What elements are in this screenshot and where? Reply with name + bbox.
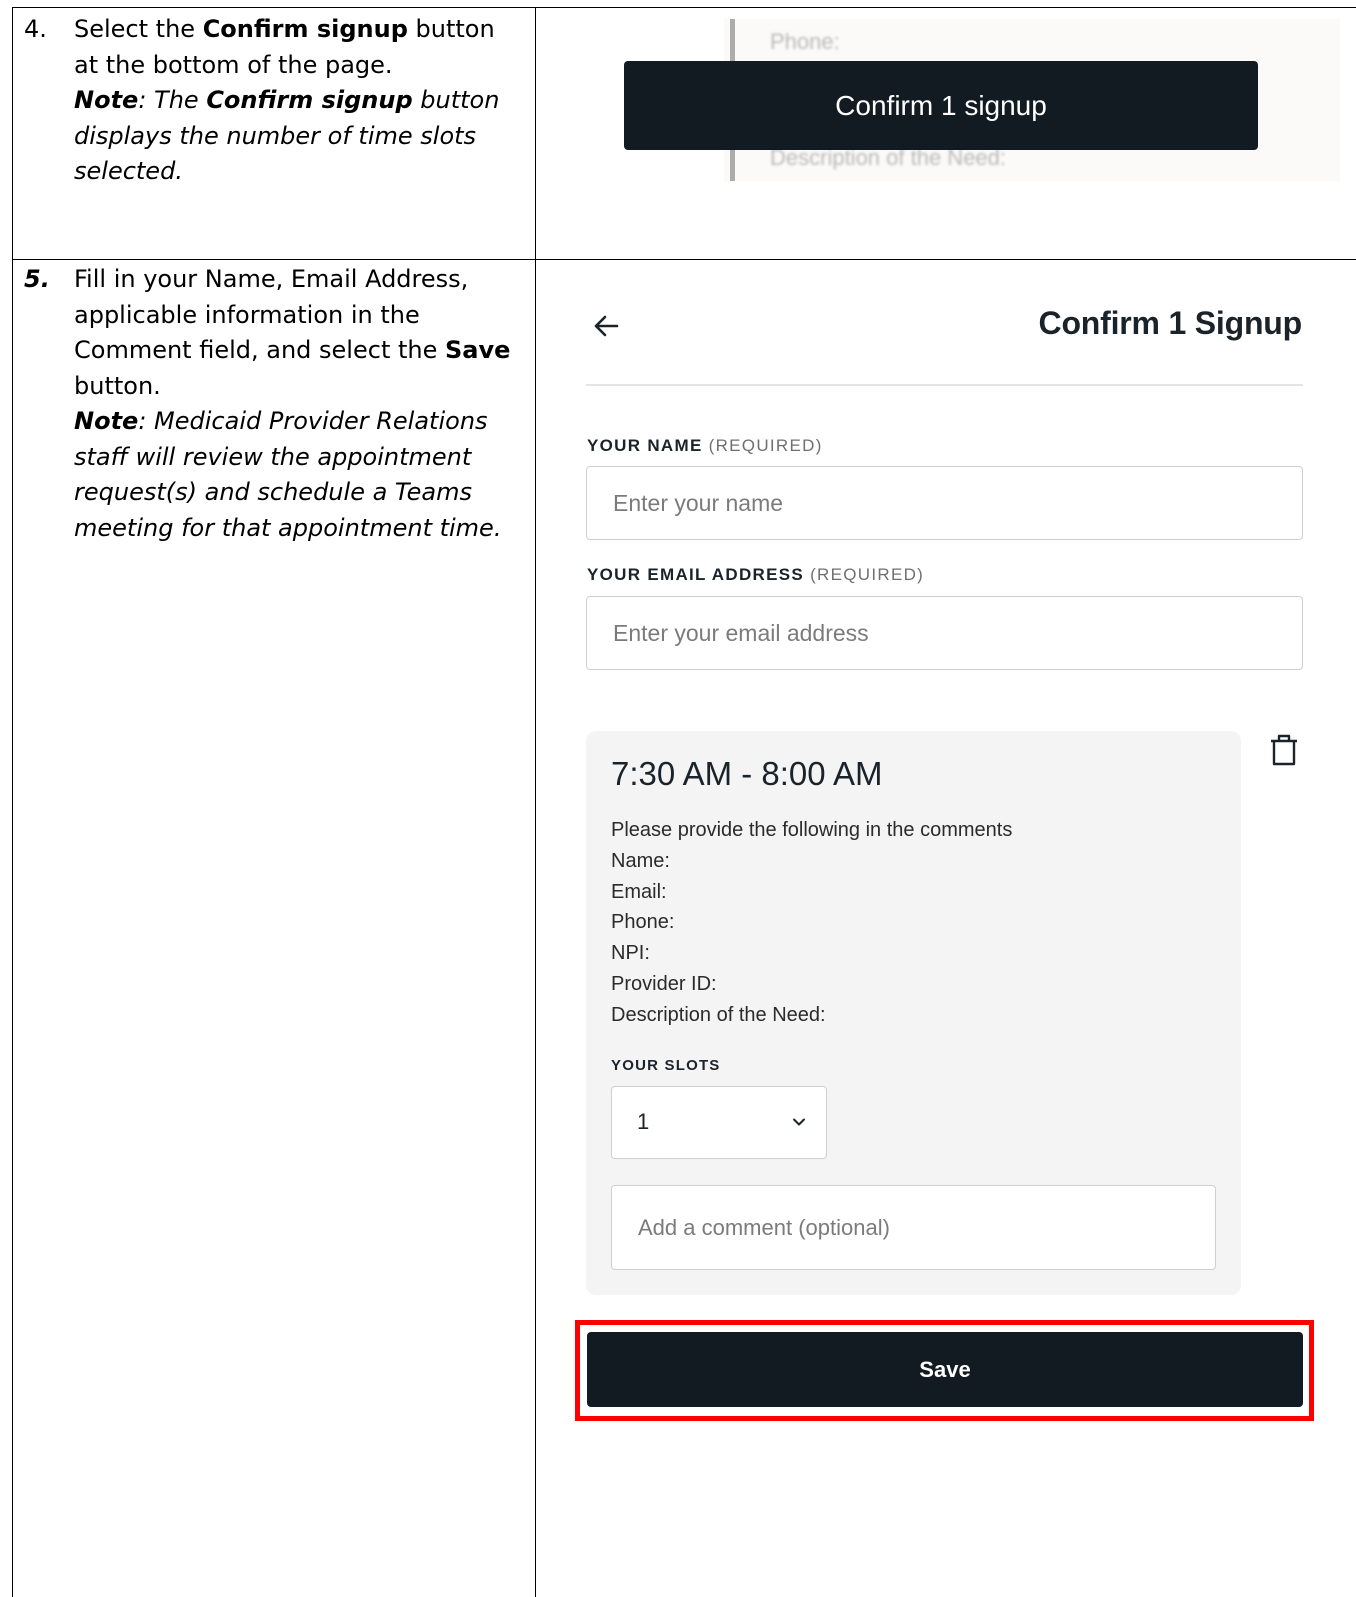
email-field-label: YOUR EMAIL ADDRESS (REQUIRED): [587, 565, 924, 585]
note-text: : The: [138, 86, 207, 114]
page-title: Confirm 1 Signup: [1038, 305, 1303, 341]
note-label: Note: [74, 86, 139, 114]
your-slots-label: YOUR SLOTS: [611, 1057, 721, 1074]
slot-description-line: Phone:: [611, 911, 675, 934]
slot-description-line: Name:: [611, 849, 670, 872]
row-divider: [12, 259, 1356, 260]
slots-select-value: 1: [637, 1109, 650, 1134]
step-number: 4.: [24, 15, 47, 43]
slot-time: 7:30 AM - 8:00 AM: [611, 755, 883, 792]
save-button[interactable]: Save: [587, 1332, 1303, 1407]
name-field-label: YOUR NAME (REQUIRED): [587, 436, 823, 456]
name-label-text: YOUR NAME: [587, 436, 703, 455]
step-text: Select the: [74, 15, 203, 43]
step-number: 5.: [24, 265, 50, 293]
step-4-instructions: 4. Select the Confirm signup button at t…: [24, 12, 514, 190]
slot-description-line: Email:: [611, 880, 667, 903]
trash-icon[interactable]: [1268, 733, 1300, 767]
slot-description-line: Description of the Need:: [611, 1003, 826, 1026]
slot-description-line: Please provide the following in the comm…: [611, 819, 1013, 841]
step-5-instructions: 5. Fill in your Name, Email Address, app…: [24, 262, 514, 546]
column-divider: [535, 7, 536, 1597]
step-text: Fill in your Name, Email Address, applic…: [74, 265, 469, 364]
slots-select[interactable]: 1: [611, 1086, 827, 1159]
back-arrow-icon[interactable]: [593, 310, 619, 342]
note-text: : Medicaid Provider Relations staff will…: [74, 407, 502, 542]
name-input[interactable]: Enter your name: [586, 466, 1303, 540]
step-bold-term: Confirm signup: [202, 15, 408, 43]
header-divider: [586, 384, 1303, 386]
required-indicator: (REQUIRED): [708, 436, 823, 455]
email-input[interactable]: Enter your email address: [586, 596, 1303, 670]
blurred-text-top: Phone:: [770, 29, 840, 54]
slot-description-line: NPI:: [611, 942, 650, 965]
slot-description-line: Provider ID:: [611, 972, 717, 995]
note-bold-term: Confirm signup: [206, 86, 413, 114]
email-label-text: YOUR EMAIL ADDRESS: [587, 565, 805, 584]
step-bold-term: Save: [445, 336, 511, 364]
slot-description: Please provide the following in the comm…: [611, 815, 1012, 1031]
step-text: button.: [74, 371, 161, 400]
note-label: Note: [74, 407, 139, 435]
chevron-down-icon: [793, 1118, 805, 1126]
confirm-signup-button[interactable]: Confirm 1 signup: [624, 61, 1258, 150]
required-indicator: (REQUIRED): [810, 565, 925, 584]
comment-input[interactable]: Add a comment (optional): [611, 1185, 1216, 1270]
